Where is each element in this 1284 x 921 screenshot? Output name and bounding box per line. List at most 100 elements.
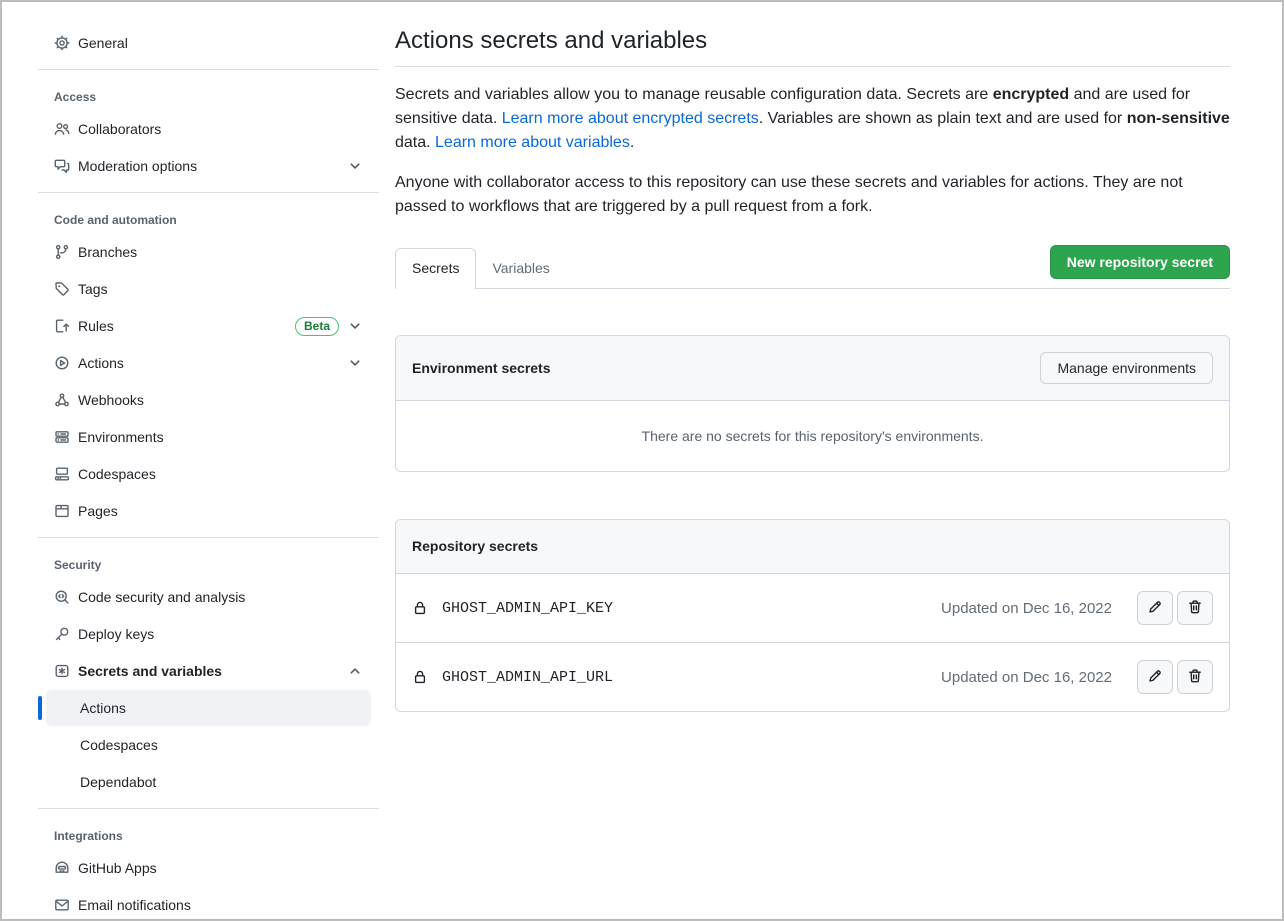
trash-icon (1187, 599, 1203, 618)
environment-secrets-title: Environment secrets (412, 358, 551, 379)
pencil-icon (1147, 668, 1163, 687)
sidebar-item-label: Collaborators (78, 119, 161, 139)
sidebar-subitem-codespaces[interactable]: Codespaces (46, 727, 371, 763)
secret-name: GHOST_ADMIN_API_KEY (442, 600, 613, 617)
main-content: Actions secrets and variables Secrets an… (379, 2, 1282, 919)
sidebar-item-webhooks[interactable]: Webhooks (46, 382, 371, 418)
sidebar-section-title-code-and-automation: Code and automation (38, 201, 379, 233)
sidebar-item-label: Rules (78, 316, 114, 336)
chevron-down-icon (347, 158, 363, 174)
sidebar-section-title-access: Access (38, 78, 379, 110)
new-repository-secret-button[interactable]: New repository secret (1050, 245, 1230, 279)
sidebar-item-tags[interactable]: Tags (46, 271, 371, 307)
chevron-down-icon (347, 318, 363, 334)
intro-text: Secrets and variables allow you to manag… (395, 86, 993, 103)
sidebar-item-secrets-and-variables[interactable]: Secrets and variables (46, 653, 371, 689)
sidebar-subitem-actions[interactable]: Actions (46, 690, 371, 726)
sidebar-divider (38, 537, 379, 538)
sidebar-divider (38, 192, 379, 193)
manage-environments-button[interactable]: Manage environments (1040, 352, 1213, 384)
tag-icon (54, 281, 70, 297)
tab-variables[interactable]: Variables (476, 249, 565, 288)
sidebar-item-collaborators[interactable]: Collaborators (46, 111, 371, 147)
webhook-icon (54, 392, 70, 408)
beta-badge: Beta (295, 317, 339, 336)
git-branch-icon (54, 244, 70, 260)
sidebar-item-label: Tags (78, 279, 108, 299)
comment-discussion-icon (54, 158, 70, 174)
sidebar-item-actions[interactable]: Actions (46, 345, 371, 381)
sidebar-item-codespaces[interactable]: Codespaces (46, 456, 371, 492)
lock-icon (412, 600, 428, 616)
sidebar-item-label: Code security and analysis (78, 587, 245, 607)
learn-more-variables-link[interactable]: Learn more about variables (435, 134, 630, 151)
secret-row-actions (1137, 591, 1213, 625)
edit-secret-button[interactable] (1137, 591, 1173, 625)
secret-row-actions (1137, 660, 1213, 694)
delete-secret-button[interactable] (1177, 591, 1213, 625)
environment-secrets-panel: Environment secrets Manage environments … (395, 335, 1230, 472)
delete-secret-button[interactable] (1177, 660, 1213, 694)
sidebar-item-label: Secrets and variables (78, 661, 222, 681)
sidebar-item-label: Branches (78, 242, 137, 262)
sidebar-item-label: Webhooks (78, 390, 144, 410)
sidebar-divider (38, 69, 379, 70)
server-icon (54, 429, 70, 445)
code-scan-icon (54, 589, 70, 605)
sidebar-item-email-notifications[interactable]: Email notifications (46, 887, 371, 921)
codespaces-icon (54, 466, 70, 482)
intro-text: . Variables are shown as plain text and … (759, 110, 1127, 127)
intro-bold-encrypted: encrypted (993, 86, 1069, 103)
edit-secret-button[interactable] (1137, 660, 1173, 694)
learn-more-encrypted-secrets-link[interactable]: Learn more about encrypted secrets (502, 110, 759, 127)
sidebar-item-github-apps[interactable]: GitHub Apps (46, 850, 371, 886)
intro-bold-non-sensitive: non-sensitive (1127, 110, 1230, 127)
people-icon (54, 121, 70, 137)
intro-paragraph: Secrets and variables allow you to manag… (395, 83, 1230, 155)
secret-row: GHOST_ADMIN_API_URL Updated on Dec 16, 2… (396, 642, 1229, 711)
chevron-down-icon (347, 355, 363, 371)
secrets-icon (54, 663, 70, 679)
sidebar-item-label: GitHub Apps (78, 858, 157, 878)
browser-icon (54, 503, 70, 519)
note-paragraph: Anyone with collaborator access to this … (395, 171, 1230, 219)
sidebar-item-label: Actions (78, 353, 124, 373)
lock-icon (412, 669, 428, 685)
settings-sidebar: General Access Collaborators Moderation … (2, 2, 379, 919)
repository-secrets-panel: Repository secrets GHOST_ADMIN_API_KEY U… (395, 519, 1230, 712)
sidebar-item-rules[interactable]: Rules Beta (46, 308, 371, 344)
play-icon (54, 355, 70, 371)
sidebar-item-pages[interactable]: Pages (46, 493, 371, 529)
secret-updated-date: Updated on Dec 16, 2022 (941, 600, 1112, 617)
sidebar-item-label: Environments (78, 427, 164, 447)
hubot-icon (54, 860, 70, 876)
mail-icon (54, 897, 70, 913)
sidebar-item-moderation-options[interactable]: Moderation options (46, 148, 371, 184)
sidebar-divider (38, 808, 379, 809)
sidebar-section-title-integrations: Integrations (38, 817, 379, 849)
secret-updated-date: Updated on Dec 16, 2022 (941, 669, 1112, 686)
trash-icon (1187, 668, 1203, 687)
sidebar-item-label: Email notifications (78, 895, 191, 915)
rules-icon (54, 318, 70, 334)
sidebar-item-label: General (78, 33, 128, 53)
tab-secrets[interactable]: Secrets (395, 248, 476, 289)
key-icon (54, 626, 70, 642)
sidebar-item-code-security[interactable]: Code security and analysis (46, 579, 371, 615)
intro-text: . (630, 134, 634, 151)
environment-secrets-empty-message: There are no secrets for this repository… (396, 400, 1229, 471)
chevron-up-icon (347, 663, 363, 679)
sidebar-item-label: Codespaces (78, 464, 156, 484)
sidebar-item-general[interactable]: General (46, 25, 371, 61)
page-title: Actions secrets and variables (395, 26, 1230, 67)
pencil-icon (1147, 599, 1163, 618)
intro-text: data. (395, 134, 435, 151)
environment-secrets-header: Environment secrets Manage environments (396, 336, 1229, 400)
sidebar-section-title-security: Security (38, 546, 379, 578)
sidebar-item-branches[interactable]: Branches (46, 234, 371, 270)
sidebar-item-deploy-keys[interactable]: Deploy keys (46, 616, 371, 652)
sidebar-item-environments[interactable]: Environments (46, 419, 371, 455)
sidebar-item-label: Pages (78, 501, 118, 521)
repository-settings-page: General Access Collaborators Moderation … (0, 0, 1284, 921)
sidebar-subitem-dependabot[interactable]: Dependabot (46, 764, 371, 800)
